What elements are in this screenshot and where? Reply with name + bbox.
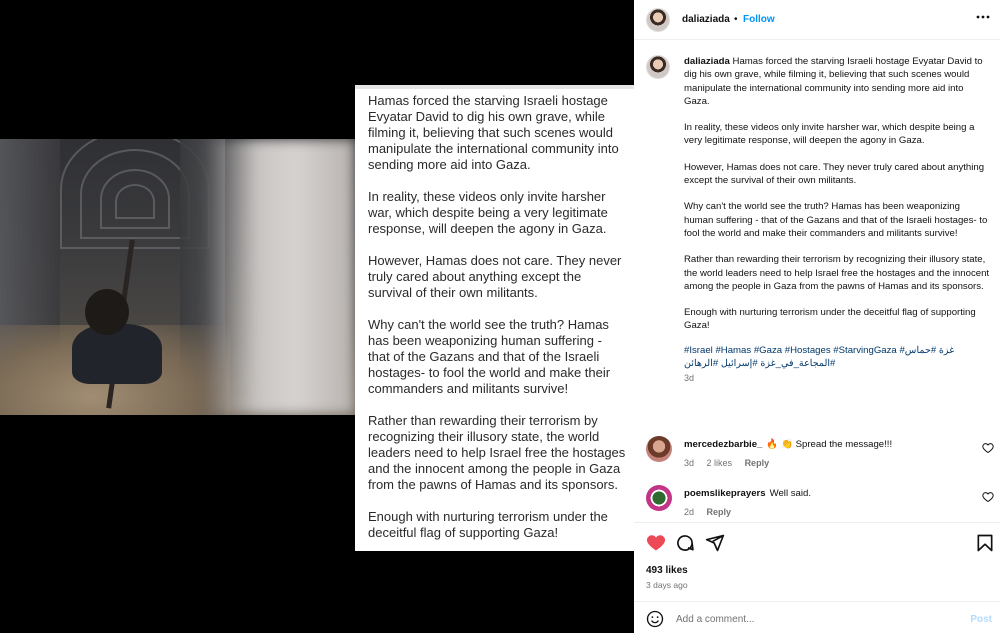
comment-icon[interactable] — [675, 533, 695, 553]
image-text-paragraph: In reality, these videos only invite har… — [368, 189, 608, 236]
image-text-paragraph: Rather than rewarding their terrorism by… — [368, 413, 626, 492]
reply-button[interactable]: Reply — [745, 458, 770, 468]
add-comment-bar: Add a comment... Post — [634, 601, 1000, 633]
caption-paragraph: Why can't the world see the truth? Hamas… — [684, 201, 988, 239]
blurred-region — [205, 139, 355, 415]
author-username[interactable]: daliaziada — [682, 14, 730, 25]
post-media[interactable]: Hamas forced the starving Israeli hostag… — [0, 0, 634, 633]
post-comment-button[interactable]: Post — [970, 614, 992, 625]
comment-text: 🔥 👏 Spread the message!!! — [766, 439, 893, 450]
caption-username[interactable]: daliaziada — [684, 56, 730, 67]
comment-text: Well said. — [769, 488, 812, 499]
comment-meta: 3d 2 likes Reply — [684, 458, 779, 468]
posted-ago: 3 days ago — [646, 580, 688, 590]
caption-paragraph: daliaziada Hamas forced the starving Isr… — [684, 55, 990, 108]
commenter-username[interactable]: poemslikeprayers — [684, 488, 766, 499]
caption-author-avatar[interactable] — [646, 55, 670, 79]
caption-paragraph: However, Hamas does not care. They never… — [684, 161, 985, 187]
post-side-panel: daliaziada • Follow daliaziada Hamas for… — [634, 0, 1000, 633]
comment-input[interactable]: Add a comment... — [676, 614, 754, 625]
comment-text-line: poemslikeprayers Well said. — [684, 488, 811, 499]
heart-filled-icon[interactable] — [646, 533, 666, 553]
more-horizontal-icon[interactable] — [976, 10, 990, 27]
image-text-paragraph: However, Hamas does not care. They never… — [368, 253, 622, 300]
comment-meta: 2d Reply — [684, 507, 741, 517]
tunnel-photo — [0, 139, 355, 415]
post-actions: 493 likes 3 days ago Add a comment... Po… — [634, 522, 1000, 632]
author-avatar[interactable] — [646, 8, 670, 32]
caption-paragraph: Enough with nurturing terrorism under th… — [684, 307, 976, 332]
image-text-paragraph: Hamas forced the starving Israeli hostag… — [368, 93, 619, 172]
tunnel-arch — [115, 184, 155, 219]
bookmark-icon[interactable] — [975, 533, 995, 553]
image-text-paragraph: Why can't the world see the truth? Hamas… — [368, 317, 611, 396]
caption-paragraph: In reality, these videos only invite har… — [684, 122, 975, 147]
post-header: daliaziada • Follow — [634, 0, 1000, 40]
comment-text-line: mercedezbarbie_ 🔥 👏 Spread the message!!! — [684, 439, 892, 450]
hashtags-line[interactable]: #Israel #Hamas #Gaza #Hostages #Starving… — [684, 344, 990, 357]
share-icon[interactable] — [705, 533, 725, 553]
heart-outline-icon[interactable] — [982, 442, 994, 454]
person-head — [85, 289, 129, 335]
person-body — [72, 324, 162, 384]
caption-hashtags[interactable]: #Israel #Hamas #Gaza #Hostages #Starving… — [684, 344, 990, 371]
comment-likes[interactable]: 2 likes — [707, 458, 733, 468]
caption-paragraph: Rather than rewarding their terrorism by… — [684, 254, 990, 292]
caption-body: daliaziada Hamas forced the starving Isr… — [684, 55, 990, 386]
image-text-paragraph: Enough with nurturing terrorism under th… — [368, 509, 608, 540]
reply-button[interactable]: Reply — [707, 507, 732, 517]
comment-time: 2d — [684, 507, 695, 517]
commenter-avatar[interactable] — [646, 436, 672, 462]
heart-outline-icon[interactable] — [982, 491, 994, 503]
follow-button[interactable]: Follow — [743, 14, 775, 25]
caption-time: 3d — [684, 373, 695, 384]
header-separator: • — [734, 14, 738, 25]
commenter-avatar[interactable] — [646, 485, 672, 511]
card-top-strip — [355, 85, 634, 89]
hashtags-line[interactable]: #المجاعة_في_غزة #إسرائيل #الرهائن — [684, 357, 990, 370]
image-text-card: Hamas forced the starving Israeli hostag… — [355, 85, 634, 551]
emoji-icon[interactable] — [646, 610, 664, 628]
commenter-username[interactable]: mercedezbarbie_ — [684, 439, 762, 450]
comment-time: 3d — [684, 458, 695, 468]
likes-count[interactable]: 493 likes — [646, 565, 688, 576]
